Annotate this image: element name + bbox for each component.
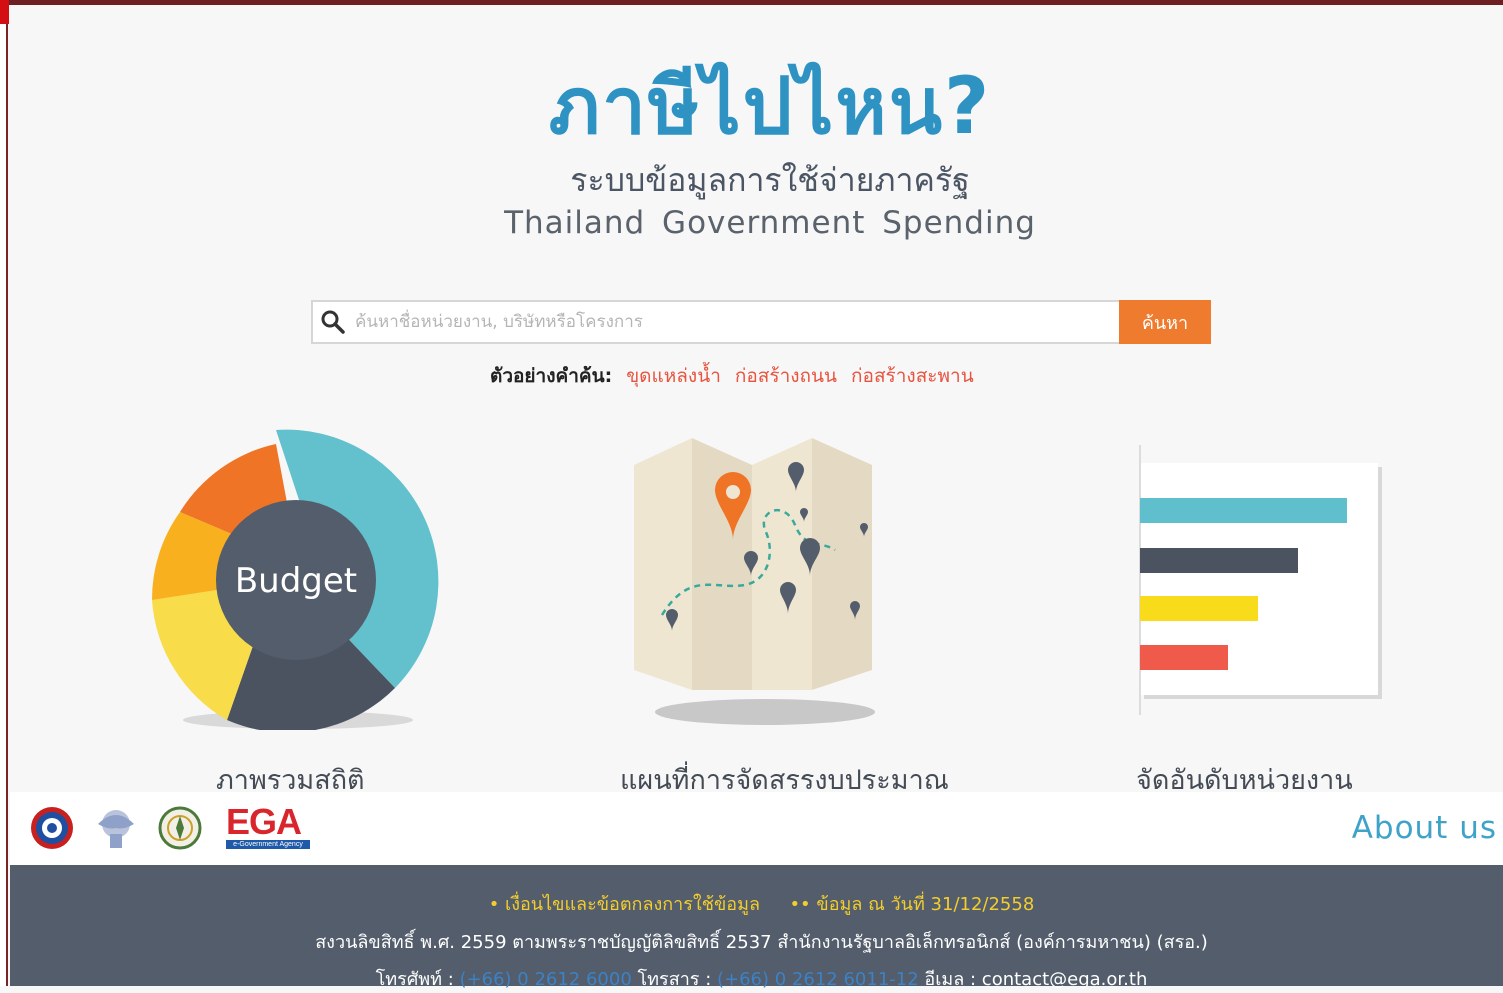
dga-logo[interactable] bbox=[30, 806, 74, 850]
garuda-emblem-logo[interactable] bbox=[94, 804, 138, 852]
fax-label: โทรสาร : bbox=[637, 969, 712, 990]
search-example-link[interactable]: ก่อสร้างถนน bbox=[735, 361, 837, 391]
search-input[interactable] bbox=[353, 303, 1119, 341]
contact-row: โทรศัพท์ : (+66) 0 2612 6000 โทรสาร : (+… bbox=[10, 964, 1503, 993]
hero-section: ภาษีไปไหน? ระบบข้อมูลการใช้จ่ายภาครัฐ Th… bbox=[10, 5, 1503, 796]
site-footer: • เงื่อนไขและข้อตกลงการใช้ข้อมูล •• ข้อม… bbox=[10, 865, 1503, 990]
search-button[interactable]: ค้นหา bbox=[1119, 300, 1211, 344]
government-seal-logo[interactable] bbox=[158, 806, 202, 850]
fax-link[interactable]: (+66) 0 2612 6011-12 bbox=[717, 969, 919, 990]
about-us-link[interactable]: About us bbox=[1352, 810, 1497, 846]
ega-logo-subtext: e-Government Agency bbox=[226, 840, 310, 849]
partner-bar: EGA e-Government Agency About us bbox=[10, 792, 1503, 865]
budget-map-icon bbox=[634, 438, 875, 725]
feature-agency-ranking[interactable]: จัดอันดับหน่วยงาน bbox=[1130, 445, 1470, 796]
budget-donut-icon: Budget bbox=[151, 429, 439, 730]
search-examples: ตัวอย่างคำค้น: ขุดแหล่งน้ำ ก่อสร้างถนน ก… bbox=[490, 361, 974, 391]
ega-logo[interactable]: EGA e-Government Agency bbox=[226, 804, 310, 850]
phone-label: โทรศัพท์ : bbox=[375, 969, 454, 990]
feature-statistics-overview[interactable]: Budget ภาพรวมสถิติ bbox=[120, 420, 480, 796]
feature-budget-map[interactable]: แผนที่การจัดสรรงบประมาณ bbox=[600, 430, 949, 796]
window-corner-marker bbox=[0, 0, 9, 24]
ranking-bar-icon bbox=[1139, 445, 1382, 715]
site-subtitle-english: Thailand Government Spending bbox=[504, 205, 1036, 241]
terms-link[interactable]: • เงื่อนไขและข้อตกลงการใช้ข้อมูล bbox=[489, 894, 760, 915]
ega-logo-text: EGA bbox=[226, 801, 302, 842]
data-date-text: •• ข้อมูล ณ วันที่ 31/12/2558 bbox=[789, 894, 1035, 915]
search-example-link[interactable]: ขุดแหล่งน้ำ bbox=[626, 361, 721, 391]
email-label: อีเมล : bbox=[924, 969, 977, 990]
copyright-text: สงวนลิขสิทธิ์ พ.ศ. 2559 ตามพระราชบัญญัติ… bbox=[315, 932, 1208, 953]
site-subtitle-thai: ระบบข้อมูลการใช้จ่ายภาครัฐ bbox=[570, 161, 970, 199]
search-box bbox=[311, 300, 1119, 344]
email-link[interactable]: contact@ega.or.th bbox=[982, 969, 1148, 990]
window-left-border bbox=[0, 0, 8, 986]
site-logo-title[interactable]: ภาษีไปไหน? bbox=[10, 57, 1503, 157]
search-icon bbox=[313, 302, 353, 342]
footer-links-row: • เงื่อนไขและข้อตกลงการใช้ข้อมูล •• ข้อม… bbox=[10, 889, 1503, 918]
search-examples-label: ตัวอย่างคำค้น: bbox=[490, 365, 613, 387]
phone-link[interactable]: (+66) 0 2612 6000 bbox=[460, 969, 632, 990]
budget-center-label: Budget bbox=[235, 561, 357, 601]
search-form: ค้นหา bbox=[311, 300, 1211, 344]
search-example-link[interactable]: ก่อสร้างสะพาน bbox=[851, 361, 974, 391]
